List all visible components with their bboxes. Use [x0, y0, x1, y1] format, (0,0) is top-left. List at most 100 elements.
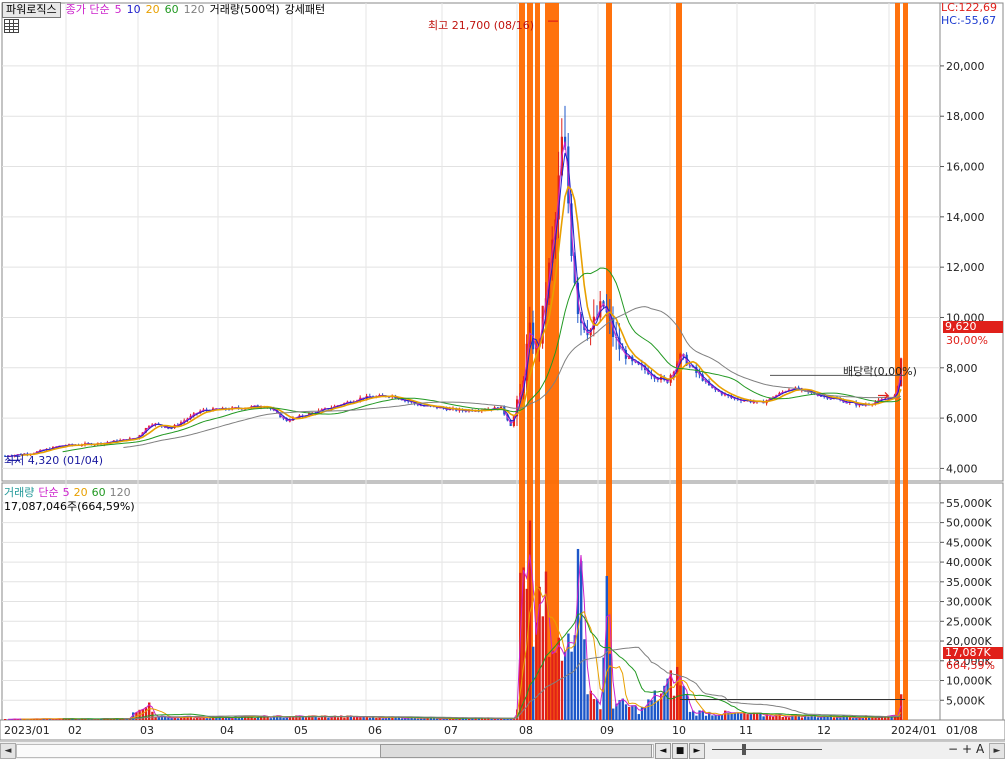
- volume-bar: [688, 711, 692, 720]
- volume-bar: [365, 716, 368, 720]
- volume-bar: [637, 714, 640, 720]
- price-ma-label[interactable]: 종가 단순: [66, 3, 110, 16]
- next-icon[interactable]: ►: [689, 743, 705, 759]
- zoom-in-icon[interactable]: +: [962, 742, 972, 756]
- x-axis-label: 02: [68, 724, 82, 737]
- zoom-slider-thumb[interactable]: [742, 744, 746, 755]
- prev-icon[interactable]: ◄: [655, 743, 671, 759]
- x-axis-label: 06: [368, 724, 382, 737]
- volume-bar: [711, 715, 714, 720]
- volume-bar: [381, 718, 384, 720]
- price-tick-label: 14,000: [946, 211, 985, 224]
- dividend-annotation: 배당락(0,00%): [843, 365, 917, 378]
- x-axis-label: 2024/01: [891, 724, 937, 737]
- volume-bar: [656, 700, 660, 720]
- x-axis-label: 03: [140, 724, 154, 737]
- high-annotation: 최고 21,700 (08/16): [428, 19, 535, 32]
- volume-bar: [746, 714, 749, 720]
- volume-bar: [580, 560, 583, 720]
- x-axis-label: 11: [739, 724, 753, 737]
- volume-bar: [400, 718, 404, 720]
- volume-bar: [231, 718, 234, 720]
- volume-tick-label: 45,000K: [946, 536, 992, 549]
- chart-canvas[interactable]: 20,00018,00016,00014,00012,00010,0008,00…: [0, 0, 1005, 758]
- price-tick-label: 12,000: [946, 261, 985, 274]
- lc-label: LC:122,69: [941, 1, 998, 14]
- volume-bar: [535, 622, 538, 720]
- price-panel: [1, 2, 941, 482]
- volume-bar: [583, 639, 586, 720]
- volume-bar: [874, 717, 877, 720]
- volume-bar: [352, 717, 356, 720]
- volume-bar: [541, 616, 544, 720]
- chart-window: 20,000 18,000 16,000 14,000 12,000 10,000 8,00…: [0, 0, 1005, 759]
- volume-bar: [740, 713, 743, 720]
- price-ma-10[interactable]: 10: [127, 3, 141, 16]
- volume-bar: [612, 708, 615, 720]
- pattern-label[interactable]: 강세패턴: [285, 3, 325, 16]
- hc-label: HC:-55,67: [941, 14, 997, 27]
- volume-current-badge: 17,087K: [943, 647, 1003, 659]
- volume-tick-label: 55,000K: [946, 497, 992, 510]
- volume-bar: [624, 704, 628, 720]
- price-ma-20[interactable]: 20: [146, 3, 160, 16]
- volume-bar: [852, 718, 855, 720]
- volume-bar: [621, 698, 624, 720]
- price-ma-120[interactable]: 120: [184, 3, 205, 16]
- volume-bar: [704, 715, 708, 720]
- volume-bar: [164, 717, 167, 720]
- indicator-button[interactable]: 파워로직스: [2, 2, 61, 18]
- x-axis-label: 10: [672, 724, 686, 737]
- volume-bar: [375, 717, 378, 720]
- price-tick-label: 16,000: [946, 161, 985, 174]
- auto-scale-icon[interactable]: A: [976, 742, 984, 756]
- volume-bar: [717, 715, 720, 720]
- stop-icon[interactable]: ■: [672, 743, 688, 759]
- current-price-change: 30,00%: [946, 334, 988, 347]
- volume-current-pct: 664,59%: [946, 659, 995, 672]
- price-tick-label: 6,000: [946, 412, 978, 425]
- volume-bar: [749, 714, 752, 720]
- price-ma-5[interactable]: 5: [115, 3, 122, 16]
- volume-bar: [736, 713, 740, 720]
- volume-bar: [525, 588, 528, 720]
- volume-bar: [343, 717, 346, 720]
- volume-bar: [816, 717, 820, 720]
- price-ma-60[interactable]: 60: [165, 3, 179, 16]
- volume-bar: [336, 717, 340, 720]
- volume-bar: [432, 718, 436, 720]
- volume-bar: [589, 690, 592, 720]
- x-axis-label: 12: [817, 724, 831, 737]
- low-annotation: 최저 4,320 (01/04): [4, 454, 104, 467]
- volume-bar: [532, 646, 535, 720]
- volume-tick-label: 25,000K: [946, 615, 992, 628]
- volume-bar: [832, 717, 836, 720]
- volume-bar: [176, 718, 180, 720]
- price-tick-label: 18,000: [946, 110, 985, 123]
- zoom-out-icon[interactable]: −: [948, 742, 958, 756]
- scroll-right-icon[interactable]: ►: [989, 743, 1005, 759]
- volume-bar: [151, 711, 154, 720]
- table-grid-icon[interactable]: [4, 19, 19, 33]
- volume-bar: [215, 717, 218, 720]
- volume-bar: [548, 656, 551, 720]
- volume-bar: [628, 706, 631, 720]
- volume-bar: [304, 717, 308, 720]
- volume-bar: [292, 717, 295, 720]
- scroll-thumb[interactable]: [380, 744, 652, 758]
- volume-bar: [599, 709, 602, 720]
- zoom-slider[interactable]: [712, 749, 822, 750]
- volume-bar: [800, 717, 804, 720]
- volume-bar: [608, 653, 612, 720]
- volume-tick-label: 50,000K: [946, 517, 992, 530]
- volume-filter-label[interactable]: 거래량(500억): [210, 3, 280, 16]
- volume-bar: [368, 718, 372, 720]
- volume-bar: [327, 717, 330, 720]
- chart-scrollbar[interactable]: ◄ ◄ ■ ► − + A ►: [0, 741, 1005, 759]
- volume-bar: [695, 715, 698, 720]
- volume-bar: [570, 651, 573, 720]
- indicator-toolbar: 파워로직스 종가 단순 5 10 20 60 120 거래량(500억) 강세패턴: [2, 1, 330, 18]
- scroll-left-icon[interactable]: ◄: [0, 743, 16, 759]
- volume-bar: [192, 718, 196, 720]
- volume-bar: [772, 716, 775, 720]
